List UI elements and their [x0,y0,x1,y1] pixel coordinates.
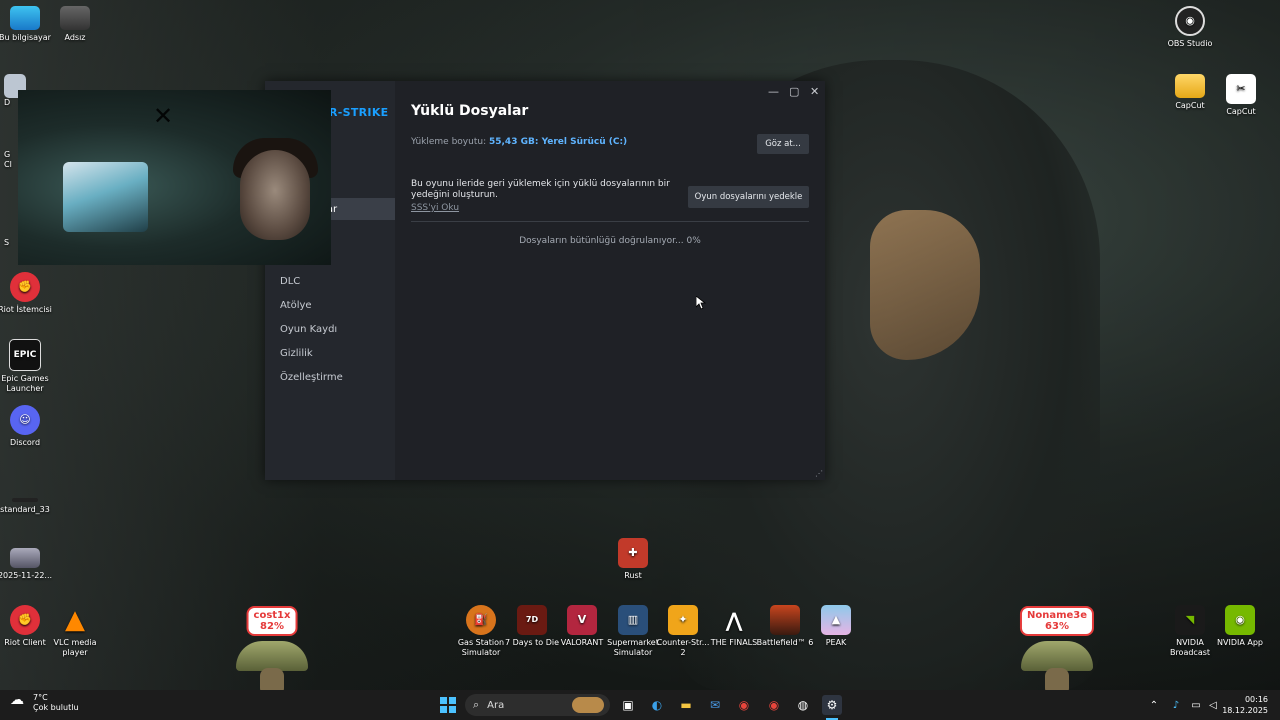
sidebar-item-workshop[interactable]: Atölye [280,300,312,311]
steam-properties-window: R-STRIKE ler alar DLC Atölye Oyun Kaydı … [265,81,825,480]
divider [411,221,809,222]
chrome-profile-icon[interactable]: ◉ [764,695,784,715]
sidebar-item-privacy[interactable]: Gizlilik [280,348,313,359]
clock-time: 00:16 [1244,695,1268,704]
backup-description: Bu oyunu ileride geri yüklemek için yükl… [411,179,670,200]
start-button[interactable] [438,695,458,715]
wall-logo-icon: ✕ [152,102,174,130]
desktop-icon-nvidia-app[interactable]: ◉ NVIDIA App [1210,605,1270,648]
taskbar: ☁ 7°C Çok bulutlu ⌕ Ara ▣ ◐ ▬ ✉ ◉ ◉ ◍ ⚙ … [0,690,1280,720]
desktop-icon-adsiz[interactable]: Adsız [45,6,105,43]
backup-files-button[interactable]: Oyun dosyalarını yedekle [688,186,809,208]
desktop-icon-rust[interactable]: ✚ Rust [603,538,663,581]
discord-icon: ☺ [10,405,40,435]
game-title: R-STRIKE [329,106,389,119]
riot-icon: ✊ [10,272,40,302]
steam-taskbar-icon[interactable]: ⚙ [822,695,842,715]
browse-button[interactable]: Göz at... [757,134,809,154]
chrome-icon[interactable]: ◉ [734,695,754,715]
game-icon: ▲ [821,605,851,635]
folder-icon [1175,74,1205,98]
sidebar-item-game-recording[interactable]: Oyun Kaydı [280,324,337,335]
weather-desc: Çok bulutlu [33,703,79,712]
viewer-badge-cost1x: cost1x 82% [232,606,312,696]
desktop-icon-partial-s[interactable]: S [4,238,18,248]
game-icon: ⋀ [725,608,743,632]
photo-icon [60,6,90,30]
desktop-icon-riot-istemcisi[interactable]: ✊ Riot İstemcisi [0,272,55,315]
install-size-value: 55,43 GB: Yerel Sürücü (C:) [488,137,628,147]
desktop-icon-partial-g[interactable]: G Cl [4,150,18,170]
obs-taskbar-icon[interactable]: ◍ [793,695,813,715]
desktop-icon-standard33[interactable]: standard_33 [0,498,55,515]
monitor-icon [10,6,40,30]
weather-widget[interactable]: ☁ 7°C Çok bulutlu [10,693,79,713]
rust-icon: ✚ [618,538,648,568]
weather-temp: 7°C [33,693,48,702]
epic-icon: EPIC [9,339,41,371]
verify-status: Dosyaların bütünlüğü doğrulanıyor... 0% [519,236,701,246]
install-size-label: Yükleme boyutu: [411,137,487,147]
pc-case-image [63,162,148,232]
desktop-icon-obs[interactable]: ◉ OBS Studio [1160,6,1220,49]
search-placeholder: Ara [487,699,505,711]
nvidia-icon: ◉ [1225,605,1255,635]
parachute-icon [236,641,308,671]
desktop-icon-vlc[interactable]: ▲ VLC media player [45,605,105,658]
sidebar-item-customization[interactable]: Özelleştirme [280,372,343,383]
badge-tag: cost1x 82% [246,606,298,636]
nvidia-icon: ◥ [1175,605,1205,635]
clock[interactable]: 00:16 18.12.2025 [1222,694,1268,716]
streamer-face [240,150,310,240]
video-icon [10,548,40,568]
game-icon: ▥ [618,605,648,635]
microphone-icon[interactable]: ♪ [1166,695,1186,715]
taskbar-search[interactable]: ⌕ Ara [465,694,610,716]
desktop-icon-capcut[interactable]: ✂ CapCut [1211,74,1271,117]
badge-tag: Noname3e 63% [1019,606,1095,636]
obs-icon: ◉ [1175,6,1205,36]
file-icon [12,498,38,502]
cs-icon: ✦ [668,605,698,635]
game-icon: 7D [517,605,547,635]
clock-date: 18.12.2025 [1222,706,1268,715]
parachute-icon [1021,641,1093,671]
mouse-cursor-icon [696,296,706,310]
desktop-icon-discord[interactable]: ☺ Discord [0,405,55,448]
desktop-icon-epic[interactable]: EPIC Epic Games Launcher [0,339,55,394]
page-title: Yüklü Dosyalar [411,103,529,119]
close-icon[interactable]: ✕ [810,85,819,98]
webcam-overlay: ✕ [18,90,331,265]
game-icon [770,605,800,635]
viewer-badge-noname3e: Noname3e 63% [1017,606,1097,696]
search-highlight-icon [572,697,604,713]
file-explorer-icon[interactable]: ▬ [676,695,696,715]
edge-icon[interactable]: ◐ [647,695,667,715]
capcut-icon: ✂ [1226,74,1256,104]
game-icon: ⛽ [466,605,496,635]
install-size-row: Yükleme boyutu: 55,43 GB: Yerel Sürücü (… [411,137,627,147]
desktop-icon-video[interactable]: 2025-11-22... [0,548,55,581]
chevron-up-icon[interactable]: ⌃ [1144,695,1164,715]
valorant-icon: V [567,605,597,635]
faq-link[interactable]: SSS'yi Oku [411,203,459,213]
search-icon: ⌕ [473,698,480,711]
task-view-icon[interactable]: ▣ [618,695,638,715]
installed-files-panel: Yüklü Dosyalar Yükleme boyutu: 55,43 GB:… [411,81,809,480]
volume-icon[interactable]: ◁ [1203,695,1223,715]
vlc-icon: ▲ [65,605,85,635]
sidebar-item-dlc[interactable]: DLC [280,276,300,287]
cloud-icon: ☁ [10,692,24,708]
resize-grip-icon[interactable]: ⋰ [815,469,823,478]
windows-icon [440,697,456,713]
riot-icon: ✊ [10,605,40,635]
desktop-icon-peak[interactable]: ▲ PEAK [806,605,866,648]
mail-icon[interactable]: ✉ [705,695,725,715]
